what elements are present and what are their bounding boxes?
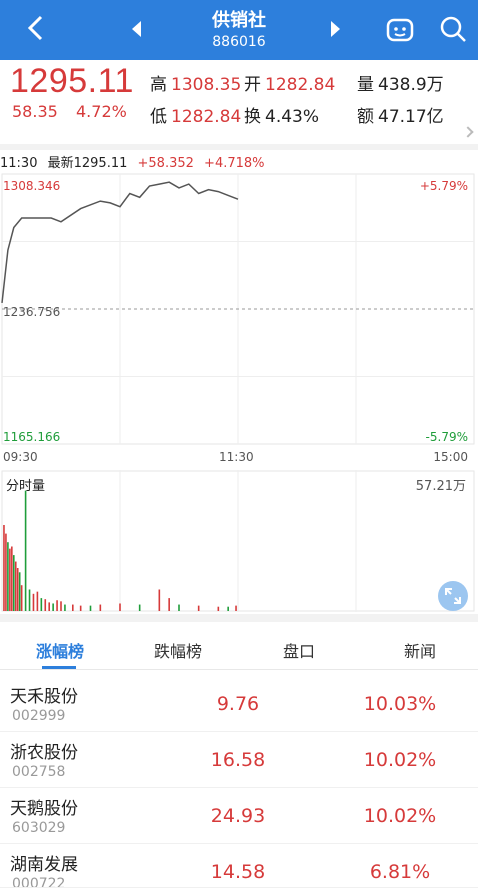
- list-item[interactable]: 天禾股份 002999 9.76 10.03%: [0, 676, 478, 732]
- quote-panel[interactable]: 1295.11 58.35 4.72% 高 1308.35 开 1282.84 量4…: [0, 60, 478, 144]
- volume-bar: [7, 542, 9, 611]
- stock-price: 16.58: [210, 749, 266, 771]
- time-start: 09:30: [3, 450, 38, 464]
- volume-bar: [178, 604, 180, 611]
- stock-change-pct: 6.81%: [369, 861, 431, 883]
- time-end: 15:00: [433, 450, 468, 464]
- stock-change-pct: 10.03%: [363, 693, 437, 715]
- volume-bar: [99, 604, 102, 611]
- stock-name: 天禾股份: [10, 687, 78, 707]
- time-axis: 09:30 11:30 15:00: [0, 450, 478, 466]
- next-stock-icon[interactable]: [331, 21, 340, 37]
- volume-bar: [18, 572, 21, 611]
- stock-code: 000722: [12, 876, 66, 888]
- volume-bar: [36, 591, 39, 611]
- y-axis-mid-label: 1236.756: [3, 305, 61, 319]
- price-change: 58.35: [12, 102, 58, 121]
- volume-bar: [227, 606, 229, 611]
- pct-axis-top-label: +5.79%: [419, 179, 468, 193]
- app-header: 供销社 886016: [0, 0, 478, 60]
- volume-bar: [56, 600, 58, 611]
- stock-code: 002758: [12, 764, 66, 780]
- volume-bar: [14, 561, 17, 611]
- volume-chart-canvas: [1, 470, 475, 612]
- volume-stat: 量 438.9万: [357, 75, 444, 95]
- volume-bar: [24, 490, 27, 611]
- volume-chart[interactable]: [0, 470, 478, 612]
- robot-assistant-icon[interactable]: [386, 16, 414, 44]
- volume-bar: [9, 548, 11, 611]
- tab-order-book[interactable]: 盘口: [239, 638, 359, 662]
- current-price: 1295.11: [10, 62, 134, 100]
- intraday-time: 11:30: [0, 156, 38, 171]
- volume-bar: [5, 533, 7, 611]
- intraday-change: +58.352: [137, 156, 194, 171]
- stock-price: 9.76: [216, 693, 260, 715]
- volume-bar: [44, 599, 47, 611]
- volume-bar: [235, 605, 237, 611]
- stock-code: 603029: [12, 820, 66, 836]
- volume-bar: [20, 585, 23, 611]
- y-axis-bottom-label: 1165.166: [3, 430, 61, 444]
- tab-news[interactable]: 新闻: [360, 638, 478, 662]
- stock-name: 浙农股份: [10, 743, 78, 763]
- stock-change-pct: 10.02%: [363, 749, 437, 771]
- volume-bar: [72, 604, 74, 611]
- intraday-info-line: 11:30 最新1295.11 +58.352 +4.718%: [0, 152, 478, 171]
- price-change-pct: 4.72%: [76, 102, 127, 121]
- volume-bar: [11, 546, 13, 611]
- volume-bar: [60, 601, 62, 611]
- volume-bar: [119, 603, 121, 611]
- volume-title: 分时量: [6, 479, 46, 494]
- volume-bar: [89, 605, 92, 611]
- high-stat: 高 1308.35: [150, 75, 242, 95]
- pct-axis-bottom-label: -5.79%: [425, 430, 468, 444]
- active-tab-indicator: [42, 666, 76, 669]
- stock-change-pct: 10.02%: [363, 805, 437, 827]
- volume-bar: [79, 605, 82, 611]
- time-mid: 11:30: [219, 450, 254, 464]
- open-stat: 开 1282.84: [244, 75, 336, 95]
- amount-stat: 额 47.17亿: [357, 107, 444, 127]
- intraday-change-pct: +4.718%: [204, 156, 265, 171]
- intraday-price-chart[interactable]: 1308.346 1236.756 1165.166 +5.79% -5.79%: [0, 172, 478, 448]
- list-item[interactable]: 湖南发展 000722 14.58 6.81%: [0, 844, 478, 888]
- volume-bar: [197, 605, 200, 611]
- volume-bar: [28, 589, 31, 611]
- volume-bar: [32, 593, 35, 611]
- divider: [0, 614, 478, 622]
- expand-icon: [445, 588, 461, 604]
- stock-price: 24.93: [210, 805, 266, 827]
- tab-losers[interactable]: 跌幅榜: [118, 638, 238, 662]
- volume-bar: [64, 604, 66, 611]
- volume-bar: [13, 555, 15, 611]
- ranking-tabs: 涨幅榜 跌幅榜 盘口 新闻: [0, 622, 478, 670]
- expand-chart-button[interactable]: [438, 581, 468, 611]
- turnover-stat: 换 4.43%: [244, 107, 320, 127]
- volume-bar: [16, 568, 19, 611]
- volume-bar: [48, 602, 50, 611]
- stock-name: 天鹅股份: [10, 799, 78, 819]
- low-stat: 低 1282.84: [150, 107, 242, 127]
- y-axis-top-label: 1308.346: [3, 179, 61, 193]
- list-item[interactable]: 浙农股份 002758 16.58 10.02%: [0, 732, 478, 788]
- volume-bar: [138, 604, 141, 611]
- volume-bar: [168, 598, 170, 611]
- stock-code: 002999: [12, 708, 66, 724]
- stock-name: 湖南发展: [10, 855, 78, 875]
- volume-bar: [158, 589, 161, 611]
- volume-bar: [3, 525, 5, 611]
- stock-price: 14.58: [210, 861, 266, 883]
- search-icon[interactable]: [438, 14, 468, 44]
- volume-bar: [52, 603, 54, 611]
- tab-gainers[interactable]: 涨幅榜: [0, 638, 120, 662]
- volume-max: 57.21万: [415, 479, 466, 494]
- volume-bar: [40, 598, 43, 611]
- volume-bar: [217, 606, 220, 611]
- price-chart-canvas: [1, 173, 475, 445]
- intraday-latest: 最新1295.11: [47, 156, 128, 171]
- divider: [0, 144, 478, 150]
- list-item[interactable]: 天鹅股份 603029 24.93 10.02%: [0, 788, 478, 844]
